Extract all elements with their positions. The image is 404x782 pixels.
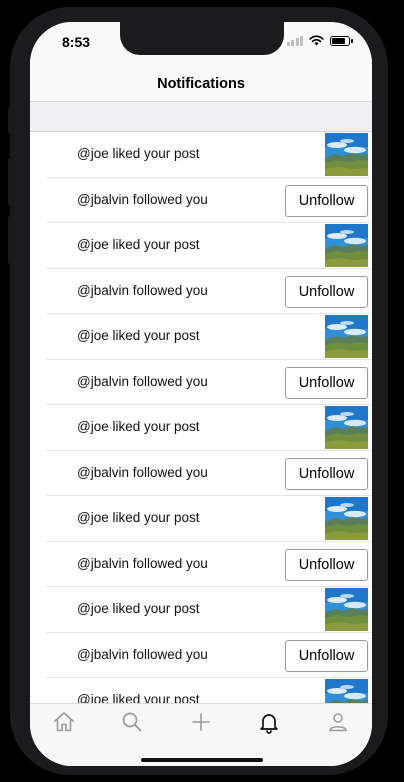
profile-icon[interactable] (326, 710, 350, 734)
unfollow-button[interactable]: Unfollow (285, 457, 368, 490)
status-time: 8:53 (62, 34, 91, 50)
notification-row-follow[interactable]: @jbalvin followed you Unfollow (30, 178, 372, 224)
unfollow-button[interactable]: Unfollow (285, 184, 368, 217)
notification-text: @joe liked your post (77, 237, 200, 252)
notification-text: @joe liked your post (77, 692, 200, 703)
status-icons (286, 35, 353, 46)
notification-text: @jbalvin followed you (77, 555, 208, 571)
post-thumbnail[interactable] (325, 588, 368, 631)
notification-row-follow[interactable]: @jbalvin followed you Unfollow (30, 451, 372, 497)
notification-row-follow[interactable]: @jbalvin followed you Unfollow (30, 360, 372, 406)
unfollow-button[interactable]: Unfollow (285, 639, 368, 672)
notification-text: @jbalvin followed you (77, 464, 208, 480)
plus-icon[interactable] (189, 710, 213, 734)
page-title: Notifications (157, 76, 245, 92)
notification-text: @joe liked your post (77, 419, 200, 434)
notification-list[interactable]: @joe liked your post @jbalvin followed yo… (30, 132, 372, 703)
post-thumbnail[interactable] (325, 497, 368, 540)
notification-row-follow[interactable]: @jbalvin followed you Unfollow (30, 542, 372, 588)
mute-switch (8, 107, 14, 134)
notch (120, 22, 284, 55)
notification-row-like[interactable]: @joe liked your post (30, 132, 372, 178)
notification-text: @joe liked your post (77, 328, 200, 343)
notification-row-follow[interactable]: @jbalvin followed you Unfollow (30, 269, 372, 315)
cellular-signal-icon (286, 35, 303, 46)
post-thumbnail[interactable] (325, 315, 368, 358)
notification-row-follow[interactable]: @jbalvin followed you Unfollow (30, 633, 372, 679)
notification-row-like[interactable]: @joe liked your post (30, 496, 372, 542)
tab-bar (30, 703, 372, 766)
search-icon[interactable] (120, 710, 144, 734)
notification-row-like[interactable]: @joe liked your post (30, 314, 372, 360)
bell-icon[interactable] (257, 710, 281, 734)
notification-row-like[interactable]: @joe liked your post (30, 223, 372, 269)
post-thumbnail[interactable] (325, 224, 368, 267)
notification-text: @jbalvin followed you (77, 373, 208, 389)
volume-down-button (8, 216, 14, 264)
notification-row-like[interactable]: @joe liked your post (30, 678, 372, 703)
post-thumbnail[interactable] (325, 406, 368, 449)
wifi-icon (309, 35, 324, 46)
notification-text: @joe liked your post (77, 146, 200, 161)
volume-up-button (8, 158, 14, 206)
post-thumbnail[interactable] (325, 133, 368, 176)
notification-text: @jbalvin followed you (77, 646, 208, 662)
notification-text: @jbalvin followed you (77, 282, 208, 298)
unfollow-button[interactable]: Unfollow (285, 275, 368, 308)
unfollow-button[interactable]: Unfollow (285, 548, 368, 581)
notification-row-like[interactable]: @joe liked your post (30, 405, 372, 451)
unfollow-button[interactable]: Unfollow (285, 366, 368, 399)
notification-text: @joe liked your post (77, 601, 200, 616)
home-icon[interactable] (52, 710, 76, 734)
post-thumbnail[interactable] (325, 679, 368, 703)
notification-text: @joe liked your post (77, 510, 200, 525)
battery-icon (330, 35, 353, 46)
screen: Notifications 8:53 @joe liked your post @… (30, 22, 372, 766)
notification-row-like[interactable]: @joe liked your post (30, 587, 372, 633)
section-separator (30, 102, 372, 132)
notification-text: @jbalvin followed you (77, 191, 208, 207)
home-indicator (141, 758, 263, 762)
